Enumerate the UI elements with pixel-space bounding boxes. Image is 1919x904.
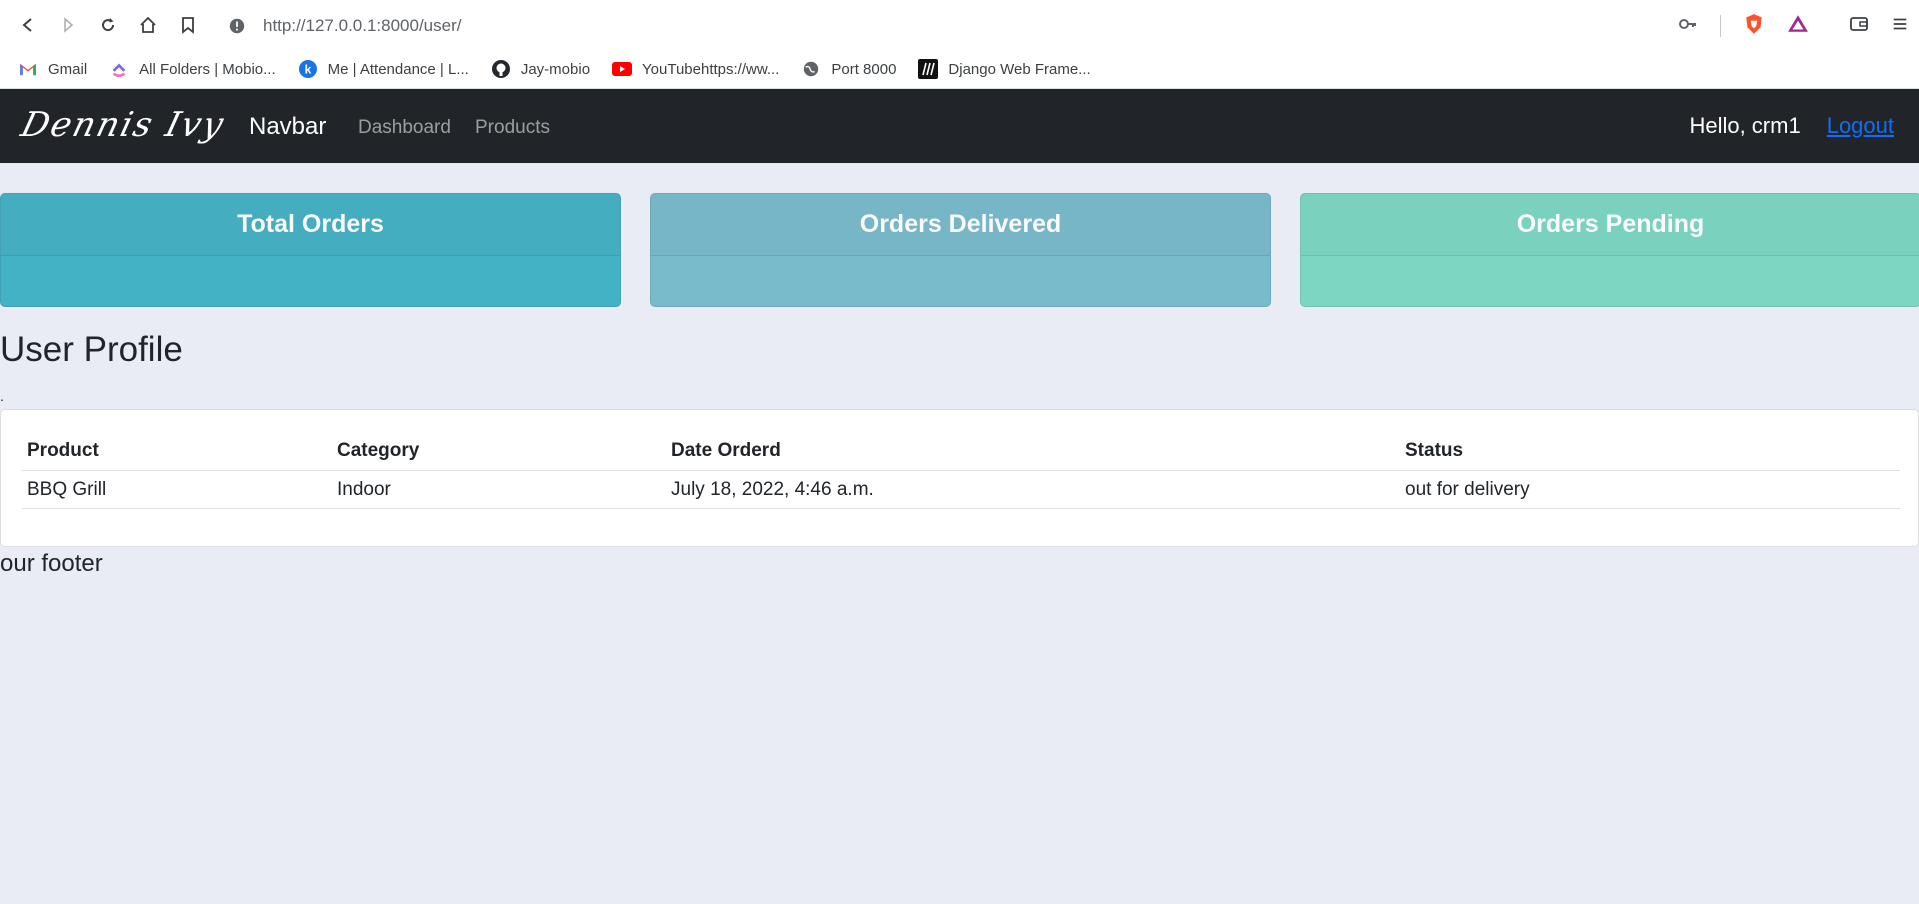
cell-product: BBQ Grill [22, 470, 332, 509]
navbar-brand[interactable]: Navbar [249, 113, 326, 141]
page-footer: our footer [0, 550, 103, 577]
placeholder-text: . [0, 388, 4, 404]
logout-link[interactable]: Logout [1827, 113, 1894, 139]
clickup-icon [109, 59, 129, 79]
table-row: BBQ Grill Indoor July 18, 2022, 4:46 a.m… [22, 470, 1900, 509]
card-orders-pending: Orders Pending [1300, 193, 1919, 307]
brave-shield-icon[interactable] [1743, 13, 1765, 40]
bookmark-gmail[interactable]: Gmail [18, 59, 87, 79]
table-header-row: Product Category Date Orderd Status [22, 432, 1900, 471]
cell-date-ordered: July 18, 2022, 4:46 a.m. [666, 470, 1400, 509]
browser-toolbar: http://127.0.0.1:8000/user/ [0, 0, 1919, 50]
bookmark-youtube[interactable]: YouTubehttps://ww... [612, 59, 779, 79]
toolbar-right [1849, 14, 1909, 39]
url-text[interactable]: http://127.0.0.1:8000/user/ [263, 16, 461, 36]
svg-text:k: k [304, 63, 311, 77]
youtube-icon [612, 59, 633, 79]
bookmark-django[interactable]: Django Web Frame... [918, 59, 1091, 79]
orders-card: Product Category Date Orderd Status BBQ … [0, 409, 1919, 547]
column-header-status: Status [1400, 432, 1900, 471]
home-icon[interactable] [135, 12, 161, 38]
divider [1720, 15, 1721, 37]
bookmark-clickup[interactable]: All Folders | Mobio... [109, 59, 276, 79]
card-body [1301, 256, 1919, 306]
nav-link-dashboard[interactable]: Dashboard [358, 117, 451, 139]
page-title: User Profile [0, 330, 183, 369]
key-icon[interactable] [1678, 14, 1698, 39]
card-title: Orders Delivered [651, 194, 1270, 256]
wallet-icon[interactable] [1849, 14, 1869, 39]
column-header-product: Product [22, 432, 332, 471]
bookmark-icon[interactable] [175, 12, 201, 38]
forward-icon[interactable] [55, 12, 81, 38]
bookmark-github[interactable]: Jay-mobio [491, 59, 590, 79]
card-title: Total Orders [1, 194, 620, 256]
globe-icon [801, 59, 821, 79]
reload-icon[interactable] [95, 12, 121, 38]
brave-rewards-icon[interactable] [1787, 13, 1809, 40]
navbar-user-area: Hello, crm1 Logout [1689, 113, 1894, 139]
address-bar[interactable]: http://127.0.0.1:8000/user/ [215, 10, 1819, 41]
site-navbar: Dennis Ivy Navbar Dashboard Products Hel… [0, 89, 1919, 163]
nav-link-products[interactable]: Products [475, 117, 550, 139]
card-title: Orders Pending [1301, 194, 1919, 256]
k-icon: k [298, 59, 318, 79]
bookmarks-bar: Gmail All Folders | Mobio... k Me | Atte… [0, 50, 1919, 89]
card-orders-delivered: Orders Delivered [650, 193, 1271, 307]
user-greeting: Hello, crm1 [1689, 113, 1801, 138]
card-body [651, 256, 1270, 306]
address-bar-actions [1678, 13, 1809, 40]
cell-category: Indoor [332, 470, 666, 509]
menu-icon[interactable] [1891, 15, 1909, 38]
django-icon [918, 59, 939, 79]
card-body [1, 256, 620, 306]
back-icon[interactable] [15, 12, 41, 38]
orders-table: Product Category Date Orderd Status BBQ … [22, 432, 1900, 509]
brand-logo[interactable]: Dennis Ivy [17, 105, 229, 145]
bookmark-attendance[interactable]: k Me | Attendance | L... [298, 59, 469, 79]
bookmark-port-8000[interactable]: Port 8000 [801, 59, 896, 79]
github-icon [491, 59, 511, 79]
card-total-orders: Total Orders [0, 193, 621, 307]
column-header-category: Category [332, 432, 666, 471]
column-header-date-ordered: Date Orderd [666, 432, 1400, 471]
site-info-icon[interactable] [227, 16, 247, 36]
cell-status: out for delivery [1400, 470, 1900, 509]
gmail-icon [18, 59, 38, 79]
